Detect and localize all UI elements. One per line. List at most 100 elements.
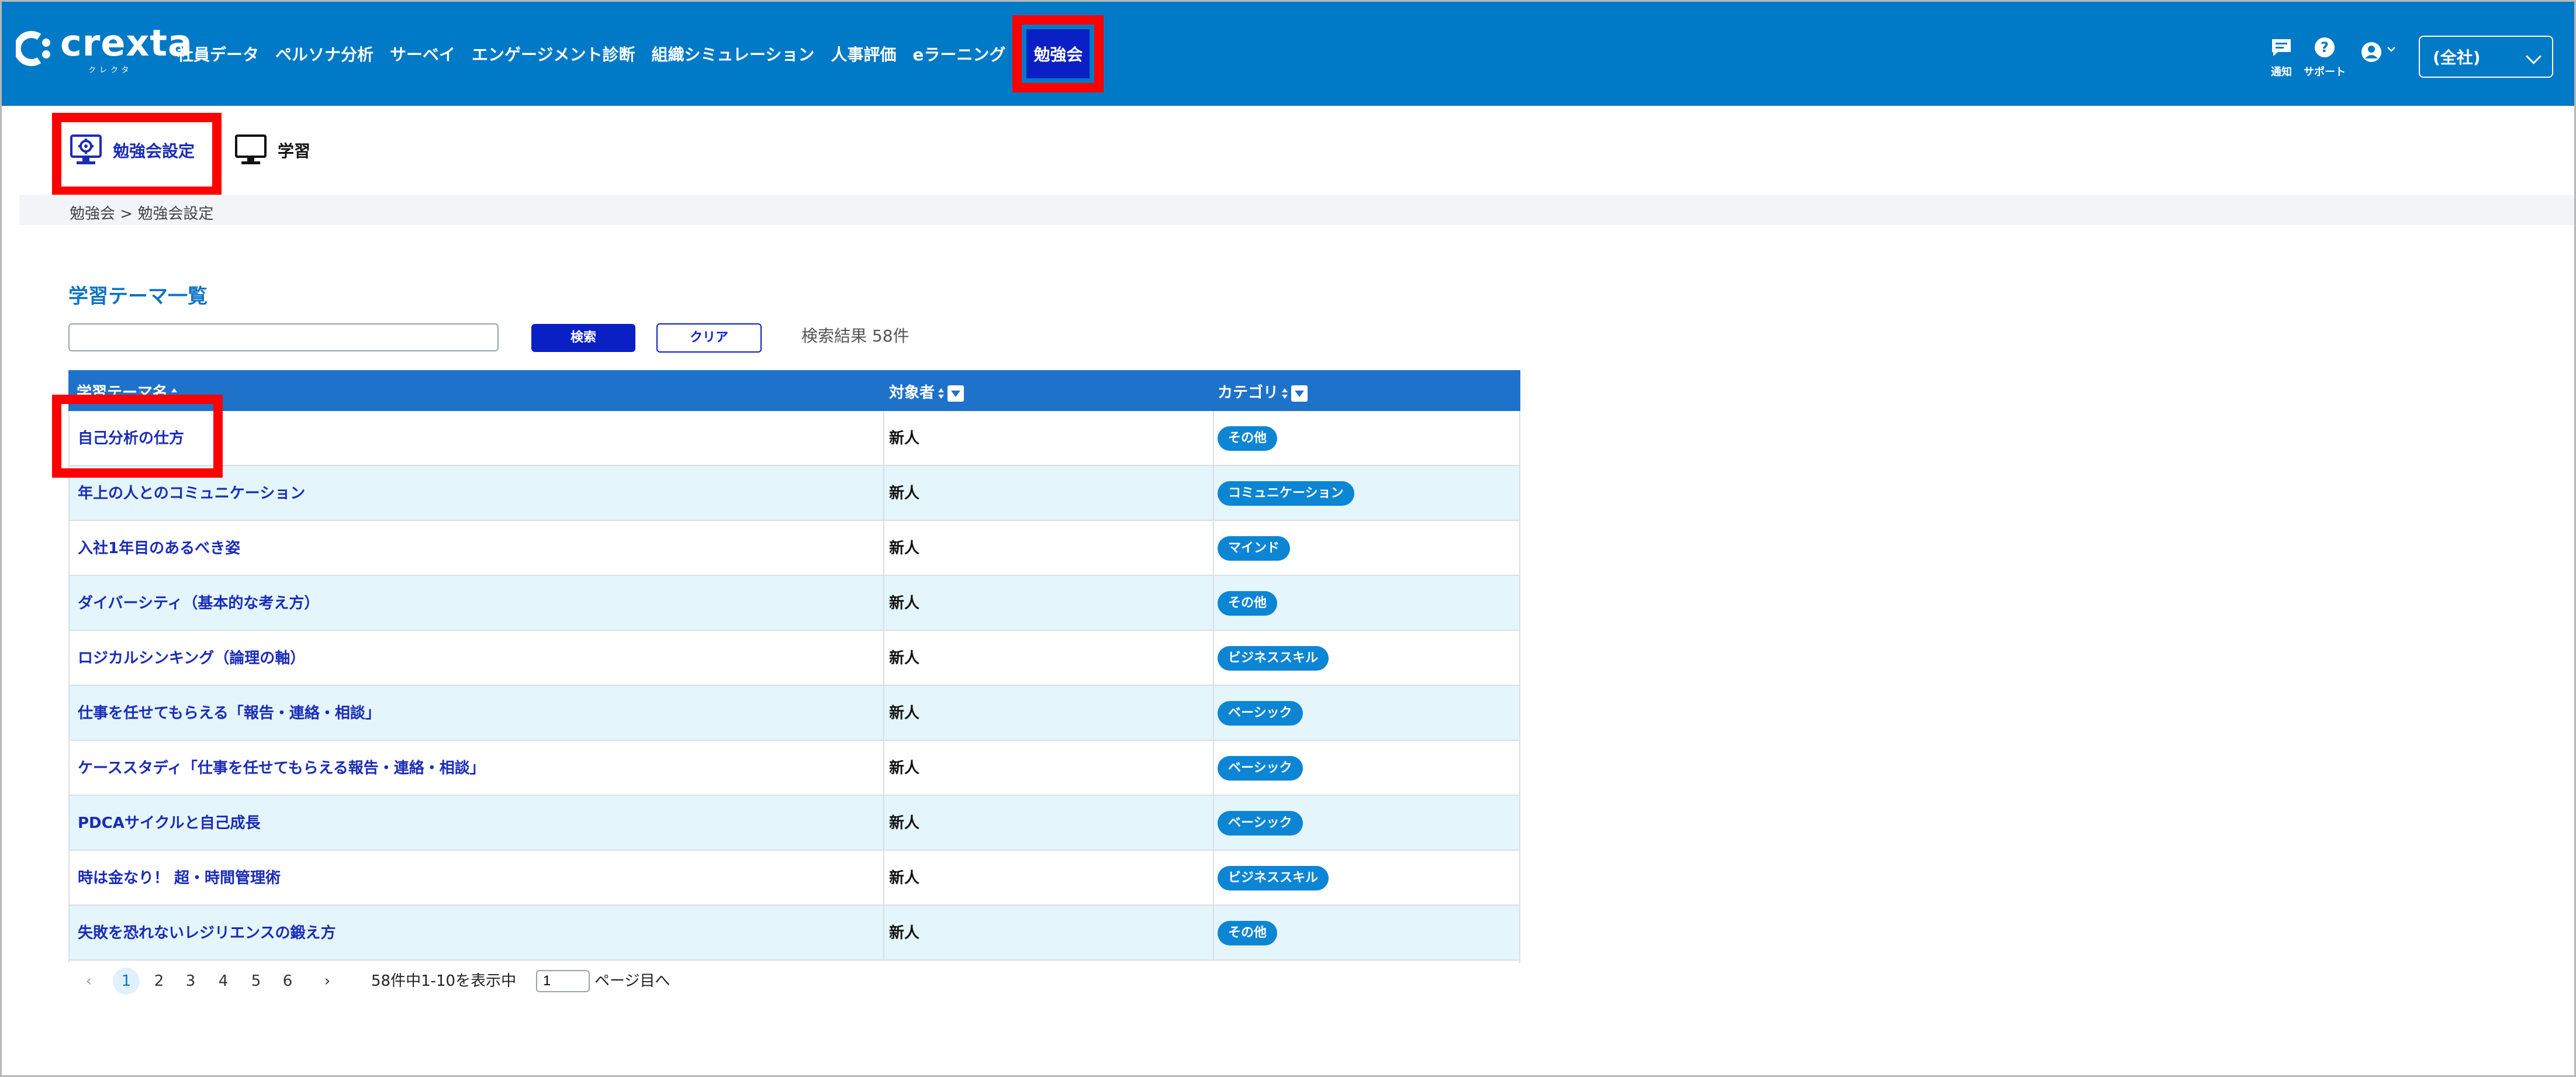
company-select[interactable]: (全社)	[2419, 36, 2553, 78]
chat-icon	[2272, 39, 2291, 56]
theme-link[interactable]: 入社1年目のあるべき姿	[78, 521, 240, 576]
filter-icon[interactable]	[1291, 385, 1308, 402]
page-3[interactable]: 3	[177, 968, 204, 995]
target-cell: 新人	[889, 705, 920, 722]
column-divider	[1213, 411, 1214, 466]
table-row: ケーススタディ「仕事を任せてもらえる報告・連絡・相談」 新人 ベーシック	[68, 741, 1520, 796]
page-5[interactable]: 5	[243, 968, 269, 995]
notify-button[interactable]: 通知	[2270, 36, 2293, 79]
highlight-box-settings-tab	[52, 113, 222, 196]
logo-text: crexta	[60, 22, 193, 64]
category-badge: その他	[1218, 426, 1278, 451]
column-divider	[883, 631, 884, 686]
category-badge: ビジネススキル	[1218, 646, 1329, 671]
page-6[interactable]: 6	[274, 968, 301, 995]
prev-page-button[interactable]: ‹	[75, 968, 102, 995]
target-cell: 新人	[889, 430, 920, 447]
company-select-value: (全社)	[2433, 48, 2481, 67]
column-divider	[883, 576, 884, 631]
table-row: PDCAサイクルと自己成長 新人 ベーシック	[68, 796, 1520, 851]
support-label: サポート	[2304, 66, 2346, 78]
category-badge: マインド	[1218, 536, 1291, 561]
sort-icon	[938, 388, 945, 399]
nav-elearning[interactable]: eラーニング	[912, 42, 1005, 65]
theme-link[interactable]: ロジカルシンキング（論理の軸）	[78, 631, 305, 686]
table-row: 仕事を任せてもらえる「報告・連絡・相談」 新人 ベーシック	[68, 686, 1520, 741]
search-input[interactable]	[68, 323, 499, 351]
nav-employee-data[interactable]: 社員データ	[177, 42, 259, 65]
target-cell: 新人	[889, 814, 920, 832]
category-badge: その他	[1218, 591, 1278, 616]
page-info: 58件中1-10を表示中	[371, 972, 517, 990]
column-divider	[1213, 906, 1214, 961]
monitor-icon	[235, 134, 267, 164]
highlight-box-first-row	[52, 395, 223, 478]
user-menu[interactable]	[2360, 40, 2401, 64]
sort-icon	[1282, 388, 1288, 399]
table-header: 学習テーマ名 対象者 カテゴリ	[68, 370, 1520, 411]
search-button[interactable]: 検索	[531, 324, 635, 352]
column-divider	[1213, 631, 1214, 686]
table-row: 失敗を恐れないレジリエンスの鍛え方 新人 その他	[68, 906, 1520, 961]
tab-learning[interactable]: 学習	[234, 134, 310, 167]
column-divider	[1213, 741, 1214, 796]
target-cell: 新人	[889, 760, 920, 777]
next-page-button[interactable]: ›	[314, 968, 341, 995]
user-avatar-icon	[2361, 42, 2395, 62]
top-header: crexta クレクタ 社員データ ペルソナ分析 サーベイ エンゲージメント診断…	[2, 2, 2574, 106]
column-divider	[883, 521, 884, 576]
nav-engagement[interactable]: エンゲージメント診断	[472, 42, 635, 65]
category-badge: ベーシック	[1218, 701, 1303, 726]
chevron-down-icon	[2526, 49, 2542, 64]
table-row: ロジカルシンキング（論理の軸） 新人 ビジネススキル	[68, 631, 1520, 686]
clear-button[interactable]: クリア	[656, 323, 762, 353]
logo-subtext: クレクタ	[88, 66, 133, 75]
theme-link[interactable]: ダイバーシティ（基本的な考え方）	[78, 576, 319, 631]
column-header-target[interactable]: 対象者	[889, 381, 964, 402]
column-divider	[883, 686, 884, 741]
column-divider	[883, 411, 884, 466]
nav-persona-analysis[interactable]: ペルソナ分析	[275, 42, 374, 65]
column-divider	[883, 796, 884, 851]
page-4[interactable]: 4	[210, 968, 237, 995]
theme-link[interactable]: ケーススタディ「仕事を任せてもらえる報告・連絡・相談」	[78, 741, 485, 796]
page-1[interactable]: 1	[113, 968, 140, 995]
goto-page-input[interactable]	[536, 970, 590, 992]
column-divider	[1213, 851, 1214, 906]
category-badge: ビジネススキル	[1218, 866, 1329, 890]
tab-learning-label: 学習	[278, 141, 311, 161]
notify-label: 通知	[2271, 66, 2292, 78]
help-icon: ?	[2315, 37, 2335, 57]
category-badge: ベーシック	[1218, 811, 1303, 836]
category-badge: ベーシック	[1218, 756, 1303, 781]
target-cell: 新人	[889, 869, 920, 887]
column-divider	[1213, 796, 1214, 851]
sub-nav: 勉強会設定 学習	[2, 106, 2574, 195]
support-button[interactable]: ? サポート	[2304, 36, 2346, 79]
filter-icon[interactable]	[948, 385, 964, 402]
breadcrumb: 勉強会 > 勉強会設定	[70, 205, 214, 223]
column-divider	[883, 851, 884, 906]
target-cell: 新人	[889, 595, 920, 612]
category-badge: その他	[1218, 921, 1278, 945]
theme-link[interactable]: 仕事を任せてもらえる「報告・連絡・相談」	[78, 686, 381, 741]
column-divider	[1213, 521, 1214, 576]
result-count: 検索結果 58件	[801, 326, 910, 346]
target-cell: 新人	[889, 485, 920, 502]
breadcrumb-bar: 勉強会 > 勉強会設定	[19, 195, 2574, 225]
nav-hr-evaluation[interactable]: 人事評価	[831, 42, 896, 65]
category-badge: コミュニケーション	[1218, 481, 1354, 506]
nav-org-simulation[interactable]: 組織シミュレーション	[652, 42, 815, 65]
nav-survey[interactable]: サーベイ	[390, 42, 455, 65]
logo-icon	[16, 31, 50, 66]
theme-link[interactable]: PDCAサイクルと自己成長	[78, 796, 261, 851]
page-2[interactable]: 2	[146, 968, 172, 995]
column-divider	[1213, 466, 1214, 521]
logo[interactable]: crexta クレクタ	[16, 22, 192, 78]
column-header-category[interactable]: カテゴリ	[1218, 381, 1308, 402]
theme-link[interactable]: 時は金なり！ 超・時間管理術	[78, 851, 281, 906]
column-divider	[883, 906, 884, 961]
nav-study-group[interactable]: 勉強会	[1012, 15, 1104, 92]
theme-link[interactable]: 失敗を恐れないレジリエンスの鍛え方	[78, 906, 336, 961]
table-row: 年上の人とのコミュニケーション 新人 コミュニケーション	[68, 466, 1520, 521]
